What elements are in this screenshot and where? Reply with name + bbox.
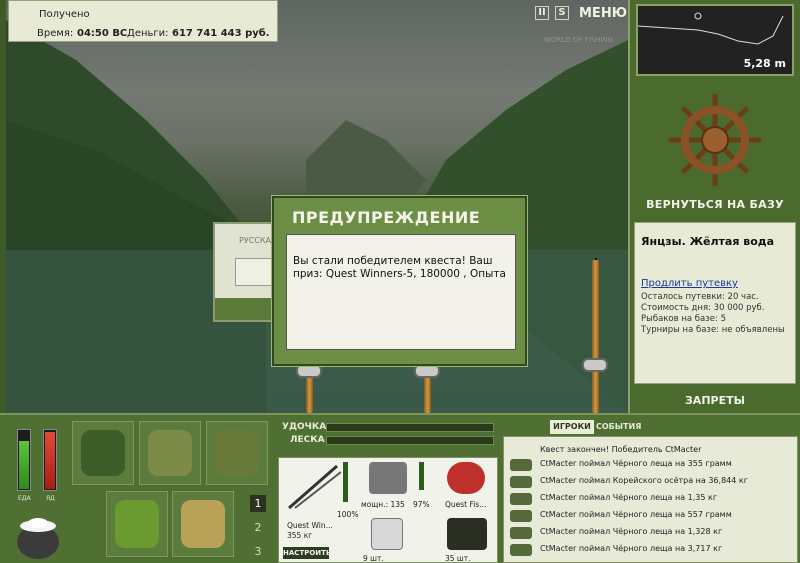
received-label: Получено bbox=[39, 9, 90, 20]
rod-right[interactable] bbox=[592, 260, 599, 413]
fish-icon bbox=[510, 459, 532, 471]
money-label: Деньги: bbox=[127, 28, 169, 39]
background-dialog-label: РУССКАЯ bbox=[239, 236, 277, 245]
line-tension-gauge bbox=[326, 436, 494, 445]
chat-message: CtMacter поймал Чёрного леща на 557 грам… bbox=[510, 508, 790, 524]
chat-body: Квест закончен! Победитель CtMacter CtMa… bbox=[503, 436, 798, 563]
time-value: 04:50 ВС bbox=[77, 28, 128, 39]
tackle-box[interactable]: Quest Win... 355 кг 100% НАСТРОИТЬ мощн.… bbox=[278, 457, 498, 563]
lure-icon[interactable] bbox=[447, 518, 487, 550]
chat-panel: ИГРОКИ СОБЫТИЯ Квест закончен! Победител… bbox=[500, 420, 800, 563]
inventory-slot-bucket[interactable] bbox=[172, 491, 234, 557]
location-info-line: Стоимость дня: 30 000 руб. bbox=[641, 303, 765, 313]
warning-message-box: Вы стали победителем квеста! Ваш приз: Q… bbox=[286, 234, 516, 350]
rod-tension-gauge bbox=[326, 423, 494, 432]
chat-message-text: CtMacter поймал Чёрного леща на 557 грам… bbox=[540, 510, 732, 519]
chat-message-text: CtMacter поймал Корейского осётра на 36,… bbox=[540, 476, 748, 485]
depth-value: 5,28 m bbox=[743, 57, 786, 70]
reel-percent: 97% bbox=[413, 500, 430, 509]
location-info-line: Турниры на базе: не объявлены bbox=[641, 325, 785, 335]
warning-title: ПРЕДУПРЕЖДЕНИЕ bbox=[292, 208, 481, 227]
poison-label: ЯД bbox=[46, 495, 55, 502]
line-label: ЛЕСКА bbox=[290, 435, 325, 445]
chat-message-text: CtMacter поймал Чёрного леща на 1,328 кг bbox=[540, 527, 723, 536]
return-to-base-button[interactable]: ВЕРНУТЬСЯ НА БАЗУ bbox=[630, 198, 800, 211]
extend-ticket-link[interactable]: Продлить путевку bbox=[641, 278, 738, 289]
pause-icon[interactable]: II bbox=[535, 6, 549, 20]
chat-message: CtMacter поймал Корейского осётра на 36,… bbox=[510, 474, 790, 490]
chat-message: CtMacter поймал Чёрного леща на 355 грам… bbox=[510, 457, 790, 473]
menu-button[interactable]: МЕНЮ bbox=[579, 6, 627, 21]
rod-label: УДОЧКА bbox=[282, 422, 327, 432]
fish-icon bbox=[510, 493, 532, 505]
time-label: Время: bbox=[37, 28, 74, 39]
fish-icon bbox=[510, 476, 532, 488]
inventory-slot-bait[interactable] bbox=[206, 421, 268, 485]
reel-left bbox=[296, 364, 322, 378]
bait-name: Quest Fis... bbox=[445, 500, 487, 509]
rod-weight: 355 кг bbox=[287, 531, 313, 540]
rod-panel: УДОЧКА ЛЕСКА Quest Win... 355 кг 100% НА… bbox=[278, 420, 498, 563]
hook-icon[interactable] bbox=[371, 518, 403, 550]
page-button-1[interactable]: 1 bbox=[250, 495, 266, 512]
food-meter-fill bbox=[19, 441, 29, 489]
warning-message: Вы стали победителем квеста! Ваш приз: Q… bbox=[293, 255, 506, 280]
tab-events[interactable]: СОБЫТИЯ bbox=[596, 420, 641, 434]
right-panel: 5,28 m ВЕРНУТЬСЯ НА БАЗУ Янцзы. Жёлтая в… bbox=[628, 0, 800, 413]
hooks-count: 9 шт. bbox=[363, 554, 384, 563]
inventory-slot-tackle-box[interactable] bbox=[72, 421, 134, 485]
reel-power: мощн.: 135 bbox=[361, 500, 405, 509]
reel-right bbox=[582, 358, 608, 372]
chat-message-text: CtMacter поймал Чёрного леща на 3,717 кг bbox=[540, 544, 723, 553]
food-meter bbox=[17, 429, 31, 491]
tab-players[interactable]: ИГРОКИ bbox=[550, 420, 594, 434]
setup-button[interactable]: НАСТРОИТЬ bbox=[283, 547, 331, 559]
fish-icon bbox=[510, 544, 532, 556]
hud-info-panel: Получено Время: 04:50 ВС Деньги: 617 741… bbox=[8, 0, 278, 42]
bait-icon bbox=[215, 430, 259, 476]
reel-durability-bar bbox=[419, 462, 424, 490]
location-panel: Янцзы. Жёлтая вода Продлить путевку Оста… bbox=[634, 222, 796, 384]
rod-durability: 100% bbox=[337, 510, 359, 519]
bans-button[interactable]: ЗАПРЕТЫ bbox=[630, 394, 800, 407]
depth-map: 5,28 m bbox=[636, 4, 794, 76]
reel-icon[interactable] bbox=[369, 462, 407, 494]
location-info-line: Осталось путевки: 20 час. bbox=[641, 292, 759, 302]
line-spool-icon[interactable] bbox=[447, 462, 485, 494]
inventory-slot-bag[interactable] bbox=[139, 421, 201, 485]
page-button-2[interactable]: 2 bbox=[250, 519, 266, 536]
inventory-slot-basket[interactable] bbox=[106, 491, 168, 557]
rod-name: Quest Win... bbox=[287, 521, 333, 530]
cauldron-icon[interactable] bbox=[14, 510, 62, 562]
rod-icon bbox=[288, 464, 341, 510]
poison-meter-fill bbox=[45, 432, 55, 489]
reel-middle bbox=[414, 364, 440, 378]
rod-durability-bar bbox=[343, 462, 348, 502]
sound-icon[interactable]: S bbox=[555, 6, 569, 20]
chat-message: CtMacter поймал Чёрного леща на 1,35 кг bbox=[510, 491, 790, 507]
chat-message-text: CtMacter поймал Чёрного леща на 1,35 кг bbox=[540, 493, 718, 502]
ship-wheel-icon[interactable] bbox=[667, 92, 763, 188]
location-title: Янцзы. Жёлтая вода bbox=[641, 235, 775, 248]
page-button-3[interactable]: 3 bbox=[250, 543, 266, 560]
money-value: 617 741 443 руб. bbox=[172, 28, 270, 39]
basket-icon bbox=[115, 500, 159, 548]
lure-count: 35 шт. bbox=[445, 554, 471, 563]
watermark: WORLD OF FISHING bbox=[544, 36, 614, 44]
warning-dialog[interactable]: ПРЕДУПРЕЖДЕНИЕ Вы стали победителем квес… bbox=[272, 196, 527, 366]
chat-message-text: CtMacter поймал Чёрного леща на 355 грам… bbox=[540, 459, 732, 468]
chat-message: CtMacter поймал Чёрного леща на 1,328 кг bbox=[510, 525, 790, 541]
bucket-icon bbox=[181, 500, 225, 548]
poison-meter bbox=[43, 429, 57, 491]
food-label: ЕДА bbox=[18, 495, 31, 502]
tackle-box-icon bbox=[81, 430, 125, 476]
bag-icon bbox=[148, 430, 192, 476]
chat-message: CtMacter поймал Чёрного леща на 3,717 кг bbox=[510, 542, 790, 558]
fish-icon bbox=[510, 510, 532, 522]
fish-icon bbox=[510, 527, 532, 539]
location-info-line: Рыбаков на базе: 5 bbox=[641, 314, 726, 324]
chat-header: Квест закончен! Победитель CtMacter bbox=[540, 445, 702, 454]
